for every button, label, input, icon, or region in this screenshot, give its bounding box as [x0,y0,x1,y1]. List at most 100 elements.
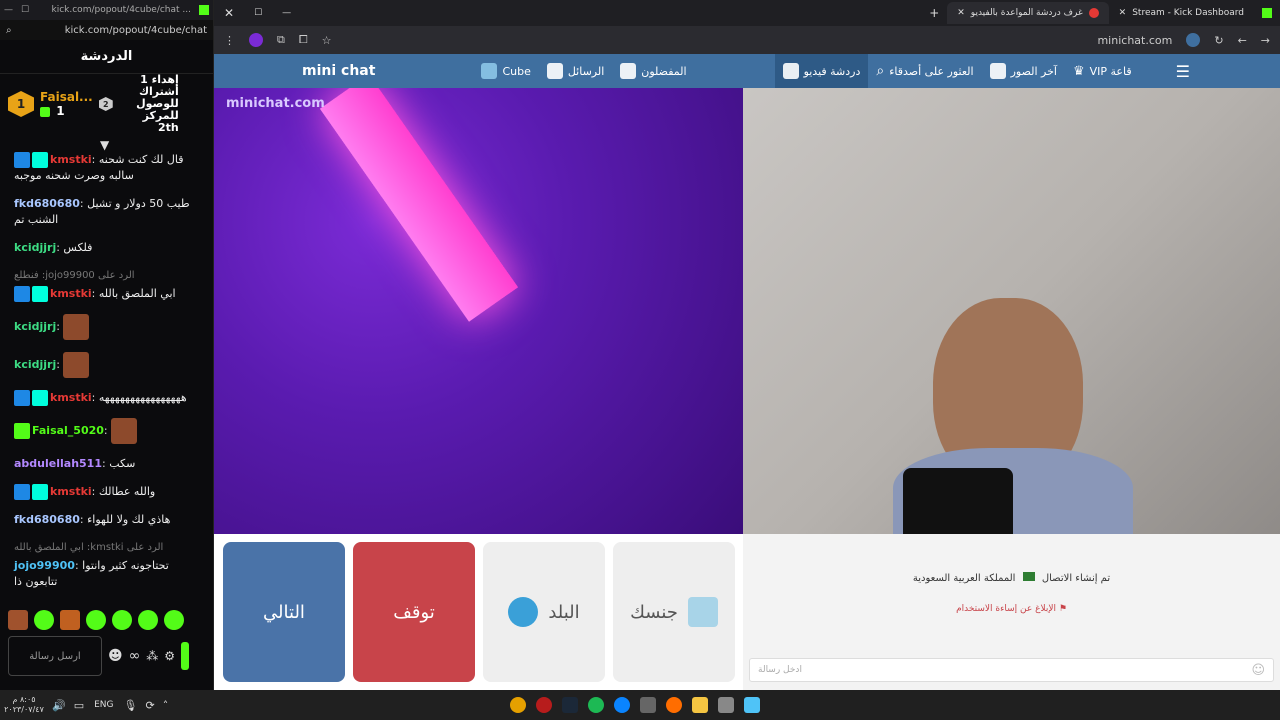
emote-icon[interactable] [164,610,184,630]
forward-icon[interactable]: → [1261,34,1270,47]
site-icon[interactable] [1186,33,1201,47]
clock[interactable]: ٨:٠٥ م ٢٠٢٣/٠٧/٤٧ [0,695,48,715]
next-button[interactable]: التالي [223,542,345,682]
chat-message[interactable]: kcidjjrj: [14,352,200,378]
nav-label: المفضلون [641,64,687,78]
tab-minichat[interactable]: ✕ غرف دردشة المواعدة بالفيديو [947,2,1109,24]
smiley-icon[interactable]: ☺ [1251,663,1265,678]
menu-dots-icon[interactable]: ⋮ [224,34,235,47]
minichat-logo[interactable]: mini chat [294,54,383,88]
network-icon[interactable]: ▭ [74,699,84,712]
bookmark-star-icon[interactable]: ☆ [322,34,332,47]
new-tab-icon[interactable]: + [929,6,939,20]
extension-icon[interactable] [249,33,263,47]
send-button[interactable] [181,642,190,670]
nav-cube[interactable]: Cube [473,54,538,88]
chat-message[interactable]: fkd680680: طيب 50 دولار و تشيل الشنب تم [14,196,200,228]
chat-username[interactable]: kmstki [50,286,92,302]
top-gifter-name: Faisal... [40,90,93,104]
emote-icon[interactable] [60,610,80,630]
nav-video-chat[interactable]: دردشة فيديو [774,54,869,88]
nav-messages[interactable]: الرسائل [539,54,612,88]
file-explorer-icon[interactable] [692,697,708,713]
reload-icon[interactable]: ↻ [1214,34,1223,47]
language-indicator[interactable]: ENG [94,700,113,710]
extensions-icon[interactable]: ⧠ [299,33,308,47]
sub-badge-icon [32,286,48,302]
chat-input[interactable]: ارسل رسالة [8,636,102,676]
emote-icon[interactable] [138,610,158,630]
chat-message[interactable]: Faisal_5020: [14,418,200,444]
chat-username[interactable]: Faisal_5020 [32,423,104,439]
tab-kick-dashboard[interactable]: ✕ Stream - Kick Dashboard [1109,2,1254,24]
close-window-icon[interactable]: ✕ [224,6,234,20]
site-navigation: mini chat Cube الرسائل المفضلون دردشة في… [214,54,1280,88]
chat-message[interactable]: الرد على kmstki: ابي الملصق بالله jojo999… [14,540,200,590]
hamburger-menu-icon[interactable]: ☰ [1168,54,1198,88]
zoom-icon[interactable]: ⌕ [6,25,12,36]
chat-username[interactable]: kmstki [50,152,92,168]
country-button[interactable]: البلد [483,542,605,682]
video-editor-icon[interactable] [640,697,656,713]
restore-icon[interactable]: ☐ [21,5,29,15]
chat-message[interactable]: kcidjjrj: [14,314,200,340]
steam-icon[interactable] [562,697,578,713]
chat-message[interactable]: الرد على jojo99900: فنطلع kmstki: ابي الم… [14,268,200,302]
sync-icon[interactable]: ⟳ [145,699,154,712]
chat-message[interactable]: kmstki: ههههههههههههههههه [14,390,200,406]
close-tab-icon[interactable]: ✕ [1119,8,1127,18]
close-tab-icon[interactable]: ✕ [957,8,965,18]
nav-favorites[interactable]: المفضلون [612,54,694,88]
settings-gear-icon[interactable]: ⚙ [164,649,175,663]
report-link[interactable]: ⚑ الإبلاغ عن إساءة الاستخدام [743,604,1280,614]
gift-prompt[interactable]: إهداء 1 أشتراك للوصول للمركز 2th [119,74,179,134]
infinity-icon[interactable]: ∞ [129,648,141,664]
chat-username[interactable]: kmstki [50,390,92,406]
nav-latest-photos[interactable]: آخر الصور [982,54,1065,88]
emoji-icon[interactable]: ☻ [108,648,123,664]
message-input[interactable]: ادخل رسالة ☺ [749,658,1274,682]
obs-icon[interactable] [536,697,552,713]
emote-icon[interactable] [86,610,106,630]
mod-badge-icon [14,390,30,406]
gender-button[interactable]: جنسك [613,542,735,682]
restore-icon[interactable]: ☐ [254,8,262,18]
chat-username[interactable]: kcidjjrj [14,357,56,373]
chat-message[interactable]: kmstki: والله عطالك [14,484,200,500]
start-menu-icon[interactable] [744,697,760,713]
chat-username[interactable]: fkd680680 [14,512,80,528]
mic-icon[interactable]: 🎙 [124,699,138,712]
nav-vip-hall[interactable]: ♛ VIP قاعة [1065,54,1140,88]
chat-message[interactable]: fkd680680: هاذي لك ولا للهواء [14,512,200,528]
volume-icon[interactable]: 🔊 [52,699,66,712]
dots-icon[interactable]: ⁂ [146,649,158,663]
emote-icon[interactable] [34,610,54,630]
stop-button[interactable]: توقف [353,542,475,682]
spotify-icon[interactable] [588,697,604,713]
chat-username[interactable]: kcidjjrj [14,240,56,256]
minimize-icon[interactable]: — [4,5,13,15]
emote-icon[interactable] [112,610,132,630]
minimize-icon[interactable]: — [282,8,291,18]
chat-username[interactable]: kmstki [50,484,92,500]
tabs-icon[interactable]: ⧉ [277,33,285,47]
stop-label: توقف [393,601,435,623]
chat-username[interactable]: abdulellah511 [14,456,102,472]
firefox-icon[interactable] [666,697,682,713]
address-bar[interactable]: minichat.com [1097,34,1172,47]
top-gifter[interactable]: Faisal... 1 [40,90,93,118]
chat-message[interactable]: abdulellah511: سكب [14,456,200,472]
chat-username[interactable]: kcidjjrj [14,319,56,335]
chat-message[interactable]: kmstki: قال لك كنت شحنه سالبه وصرت شحنه … [14,152,200,184]
emote-icon[interactable] [8,610,28,630]
nav-find-friends[interactable]: ⌕ العثور على أصدقاء [868,54,981,88]
window-icon[interactable] [718,697,734,713]
edge-icon[interactable] [614,697,630,713]
tray-chevron-icon[interactable]: ˄ [163,699,169,712]
chat-username[interactable]: fkd680680 [14,196,80,212]
chat-username[interactable]: jojo99900 [14,558,75,574]
back-icon[interactable]: ← [1238,34,1247,47]
chat-message[interactable]: kcidjjrj: فلكس [14,240,200,256]
collapse-chevron-icon[interactable]: ▼ [100,138,109,152]
chrome-icon[interactable] [510,697,526,713]
